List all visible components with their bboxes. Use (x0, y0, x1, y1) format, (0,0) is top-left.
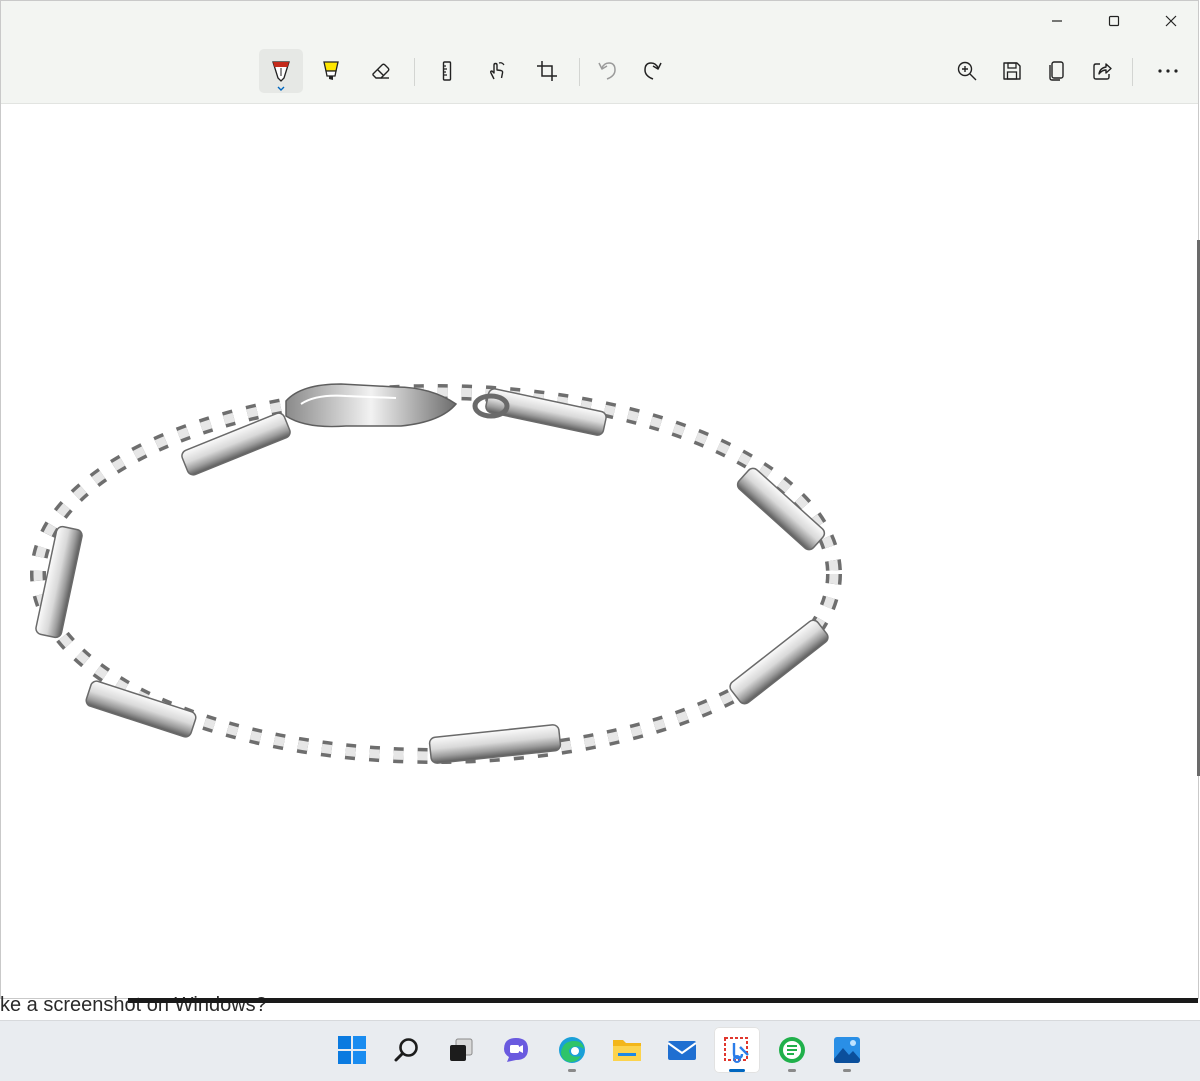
running-indicator (729, 1069, 745, 1072)
title-bar[interactable] (1, 1, 1198, 41)
eraser-button[interactable] (359, 49, 403, 93)
ruler-button[interactable] (425, 49, 469, 93)
photos-button[interactable] (824, 1027, 870, 1073)
edge-button[interactable] (549, 1027, 595, 1073)
save-button[interactable] (990, 49, 1034, 93)
redo-icon (644, 62, 662, 80)
edge-icon (559, 1037, 585, 1063)
crop-icon (537, 61, 557, 81)
photos-icon (834, 1037, 860, 1063)
start-icon (338, 1036, 366, 1064)
ballpoint-pen-button[interactable] (259, 49, 303, 93)
share-icon (1093, 63, 1112, 80)
redo-button[interactable] (631, 49, 675, 93)
running-indicator (843, 1069, 851, 1072)
toolbar (1, 41, 1198, 104)
task-view-button[interactable] (438, 1027, 484, 1073)
toolbar-divider (1132, 58, 1133, 86)
running-indicator (788, 1069, 796, 1072)
undo-button[interactable] (585, 49, 629, 93)
share-button[interactable] (1080, 49, 1124, 93)
touch-writing-icon (489, 62, 505, 80)
chevron-down-icon (277, 86, 285, 91)
minimize-button[interactable] (1029, 1, 1085, 41)
copy-button[interactable] (1035, 49, 1079, 93)
image-canvas[interactable] (1, 104, 1198, 998)
touch-writing-button[interactable] (475, 49, 519, 93)
task-view-icon (450, 1038, 473, 1061)
save-icon (1003, 62, 1021, 80)
maximize-icon (1108, 15, 1120, 27)
green-app-icon (779, 1037, 805, 1063)
chat-icon (504, 1038, 528, 1062)
mail-icon (667, 1041, 697, 1060)
more-options-button[interactable] (1146, 49, 1190, 93)
toolbar-divider (414, 58, 415, 86)
maximize-button[interactable] (1086, 1, 1142, 41)
taskbar (0, 1020, 1200, 1081)
undo-icon (598, 62, 616, 80)
close-button[interactable] (1143, 1, 1198, 41)
more-options-icon (1158, 69, 1178, 73)
chat-button[interactable] (493, 1027, 539, 1073)
window-shadow (128, 998, 1198, 1003)
ballpoint-pen-icon (272, 61, 290, 82)
zoom-in-icon (957, 61, 977, 81)
highlighter-button[interactable] (309, 49, 353, 93)
toolbar-divider (579, 58, 580, 86)
mail-button[interactable] (659, 1027, 705, 1073)
snipping-tool-button[interactable] (714, 1027, 760, 1073)
snip-sketch-window (0, 0, 1199, 999)
file-explorer-button[interactable] (604, 1027, 650, 1073)
bracelet-image (30, 383, 842, 764)
search-button[interactable] (384, 1027, 430, 1073)
copy-icon (1049, 61, 1064, 81)
eraser-icon (372, 63, 390, 79)
search-icon (394, 1038, 418, 1062)
ruler-icon (442, 61, 452, 81)
green-app-button[interactable] (769, 1027, 815, 1073)
close-icon (1165, 15, 1177, 27)
zoom-in-button[interactable] (945, 49, 989, 93)
minimize-icon (1052, 20, 1062, 22)
running-indicator (568, 1069, 576, 1072)
snipping-tool-icon (724, 1037, 749, 1063)
file-explorer-icon (613, 1040, 641, 1061)
start-button[interactable] (329, 1027, 375, 1073)
highlighter-icon (323, 61, 339, 80)
crop-button[interactable] (525, 49, 569, 93)
